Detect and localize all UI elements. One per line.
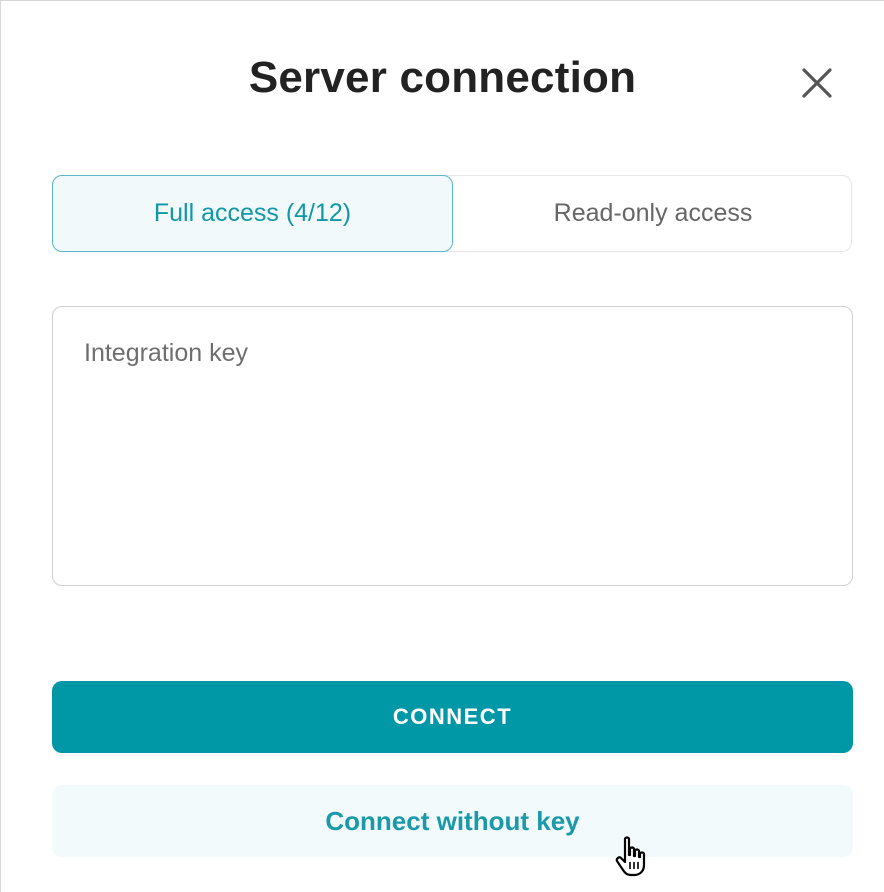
dialog-title: Server connection — [248, 53, 637, 102]
access-tabs: Full access (4/12) Read-only access — [52, 175, 852, 252]
close-button[interactable] — [797, 63, 837, 103]
close-icon — [802, 68, 832, 98]
tab-read-only-access[interactable]: Read-only access — [453, 175, 853, 252]
integration-key-field — [52, 306, 853, 586]
server-connection-dialog: Server connection Full access (4/12) Rea… — [0, 0, 884, 892]
connect-button[interactable]: CONNECT — [52, 681, 853, 753]
integration-key-input[interactable] — [53, 307, 852, 585]
tab-full-access[interactable]: Full access (4/12) — [52, 175, 453, 252]
connect-without-key-button[interactable]: Connect without key — [52, 785, 853, 857]
